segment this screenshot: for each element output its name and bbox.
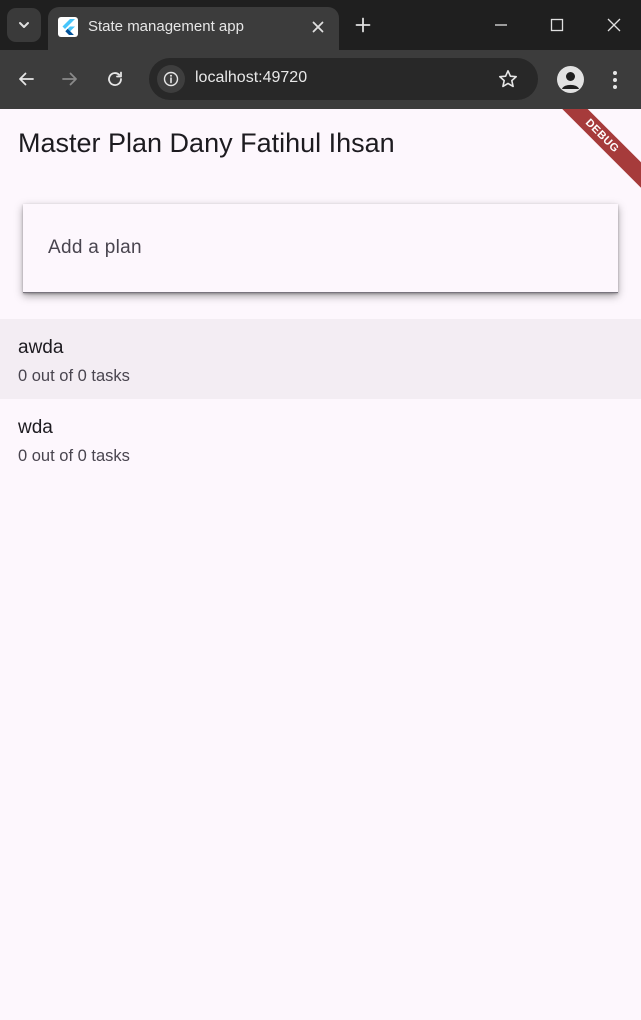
browser-tabstrip: State management app xyxy=(0,0,641,50)
tab-title: State management app xyxy=(88,18,244,35)
site-info-icon[interactable] xyxy=(157,65,185,93)
add-plan-card xyxy=(23,204,618,293)
minimize-window-icon[interactable] xyxy=(488,12,514,38)
profile-avatar-icon[interactable] xyxy=(557,66,584,93)
plan-name: awda xyxy=(18,337,64,358)
debug-banner: DEBUG xyxy=(542,109,641,196)
page-title: Master Plan Dany Fatihul Ihsan xyxy=(18,128,395,158)
plan-progress: 0 out of 0 tasks xyxy=(18,367,130,385)
browser-toolbar: localhost:49720 xyxy=(0,50,641,109)
browser-tab-active[interactable]: State management app xyxy=(48,7,339,50)
add-plan-input[interactable] xyxy=(23,204,618,292)
close-window-icon[interactable] xyxy=(601,12,627,38)
plan-list-item[interactable]: awda 0 out of 0 tasks xyxy=(0,319,641,399)
new-tab-plus-icon[interactable] xyxy=(351,13,375,37)
address-bar[interactable]: localhost:49720 xyxy=(149,58,538,100)
url-text[interactable]: localhost:49720 xyxy=(195,69,307,87)
plan-list-item[interactable]: wda 0 out of 0 tasks xyxy=(0,399,641,479)
chevron-down-icon xyxy=(19,22,29,28)
reload-icon[interactable] xyxy=(102,66,128,92)
more-menu-icon[interactable] xyxy=(604,66,626,93)
plan-name: wda xyxy=(18,417,53,438)
flutter-favicon-icon xyxy=(58,17,78,37)
maximize-window-icon[interactable] xyxy=(544,12,570,38)
tab-close-icon[interactable] xyxy=(307,16,329,38)
bookmark-star-icon[interactable] xyxy=(496,67,520,91)
back-arrow-icon[interactable] xyxy=(13,66,39,92)
plan-progress: 0 out of 0 tasks xyxy=(18,447,130,465)
forward-arrow-icon[interactable] xyxy=(57,66,83,92)
app-viewport: Master Plan Dany Fatihul Ihsan DEBUG awd… xyxy=(0,109,641,1020)
plan-list: awda 0 out of 0 tasks wda 0 out of 0 tas… xyxy=(0,319,641,479)
tab-search-button[interactable] xyxy=(7,8,41,42)
